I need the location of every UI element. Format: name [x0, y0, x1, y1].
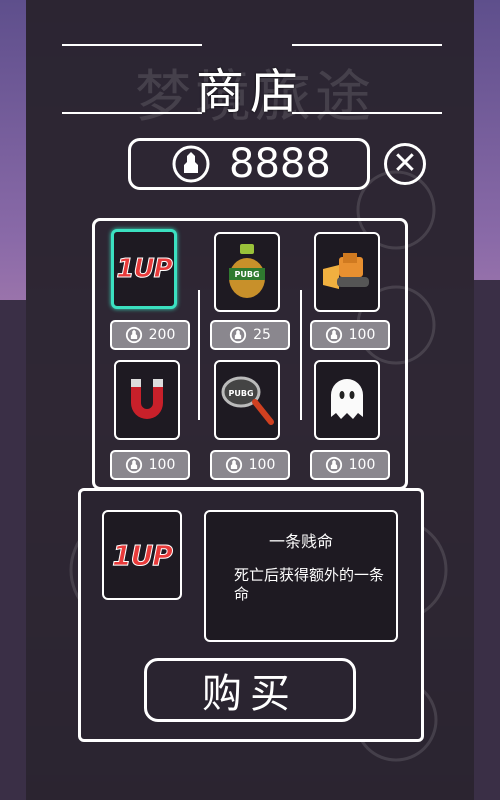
item-slot-bulldozer[interactable]: [314, 232, 380, 312]
item-slot-1up[interactable]: 1UP: [111, 229, 177, 309]
coin-icon: [325, 456, 342, 474]
item-slot-frying-pan[interactable]: PUBG: [214, 360, 280, 440]
price-tag: 100: [110, 450, 190, 480]
price-value: 100: [348, 327, 376, 343]
oneup-icon: 1UP: [116, 254, 173, 285]
item-name: 一条贱命: [268, 532, 333, 551]
background-building: [474, 280, 500, 800]
item-slot-magnet[interactable]: [114, 360, 180, 440]
coin-balance: 8888: [128, 138, 370, 190]
coin-amount: 8888: [229, 141, 331, 187]
grid-divider: [198, 290, 200, 420]
close-icon: ✕: [392, 146, 418, 181]
price-value: 200: [148, 327, 176, 343]
pubg-label: PUBG: [234, 270, 259, 279]
item-slot-ghost[interactable]: [314, 360, 380, 440]
price-value: 100: [248, 457, 276, 473]
price-tag: 200: [110, 320, 190, 350]
price-value: 100: [148, 457, 176, 473]
grid-divider: [300, 290, 302, 420]
buy-button[interactable]: 购买: [144, 658, 356, 722]
price-tag: 100: [310, 320, 390, 350]
price-value: 100: [348, 457, 376, 473]
oneup-icon: 1UP: [112, 538, 174, 572]
title-line: [62, 44, 202, 46]
grenade-icon: PUBG: [229, 244, 265, 298]
page-title: 商店: [195, 64, 304, 120]
close-button[interactable]: ✕: [384, 143, 426, 185]
coin-icon: [325, 326, 342, 344]
background-building: [0, 300, 26, 800]
price-tag: 25: [210, 320, 290, 350]
item-slot-grenade[interactable]: PUBG: [214, 232, 280, 312]
coin-icon: [225, 456, 242, 474]
coin-icon: [172, 145, 210, 183]
ghost-icon: [331, 379, 363, 419]
item-description: 死亡后获得额外的一条命: [234, 566, 385, 603]
price-tag: 100: [310, 450, 390, 480]
pubg-label: PUBG: [228, 389, 253, 398]
price-tag: 100: [210, 450, 290, 480]
title-line: [292, 44, 442, 46]
bulldozer-icon: [323, 253, 369, 289]
coin-icon: [125, 456, 142, 474]
selected-item-preview: 1UP: [102, 510, 182, 600]
frying-pan-icon: PUBG: [221, 376, 274, 425]
magnet-icon: [131, 379, 163, 419]
coin-icon: [125, 326, 142, 344]
coin-icon: [229, 326, 247, 344]
item-description-box: 一条贱命 死亡后获得额外的一条命: [204, 510, 398, 642]
price-value: 25: [253, 327, 271, 343]
